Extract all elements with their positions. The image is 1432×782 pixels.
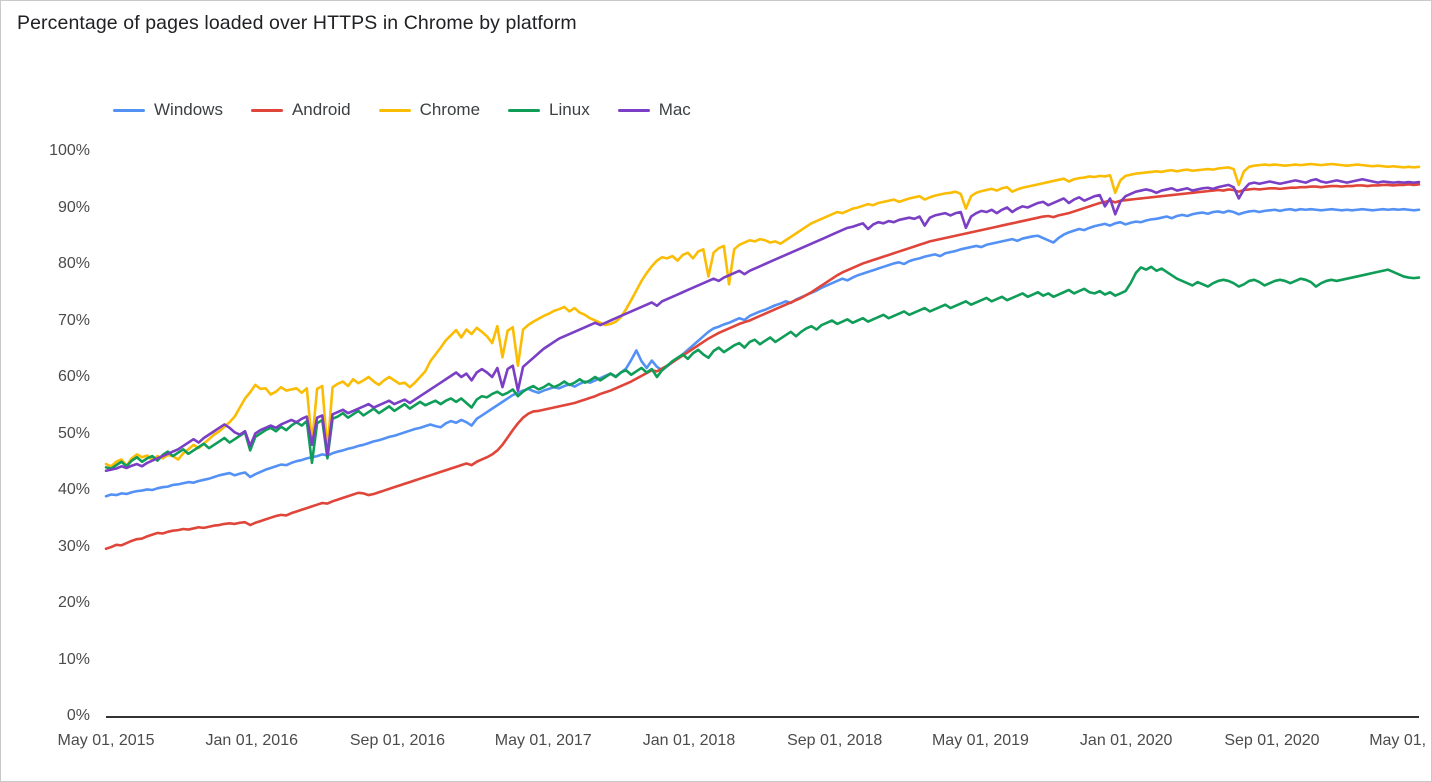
y-axis-tick-label: 80% <box>57 255 90 272</box>
series-line-windows <box>104 207 1421 498</box>
x-axis-tick-label: May 01, 2021 <box>1369 732 1431 749</box>
y-axis-tick-label: 20% <box>57 594 90 611</box>
x-axis-tick-label: Sep 01, 2018 <box>787 732 883 749</box>
x-axis-tick-label: Jan 01, 2018 <box>642 732 736 749</box>
y-axis-tick-label: 60% <box>57 368 90 385</box>
x-axis-line <box>106 716 1419 718</box>
series-line-mac <box>104 177 1421 473</box>
chart-plot-area: 0% 10% 20% 30% 40% 50% 60% 70% 80% 90% 100% May 01,… <box>1 1 1431 781</box>
y-axis-tick-label: 50% <box>57 424 90 442</box>
x-axis-tick-label: Sep 01, 2016 <box>349 732 446 749</box>
series-line-linux <box>104 265 1421 470</box>
x-axis-tick-label: May 01, 2019 <box>931 732 1029 749</box>
y-axis-tick-label: 90% <box>57 198 90 216</box>
line-chart-svg <box>104 162 1421 551</box>
x-axis-tick-label: Jan 01, 2016 <box>205 732 298 749</box>
y-axis-tick-label: 0% <box>66 707 90 724</box>
x-axis-tick-label: May 01, 2015 <box>57 732 155 749</box>
y-axis-tick-label: 30% <box>57 537 90 555</box>
y-axis-tick-label: 70% <box>57 311 90 329</box>
x-axis-tick-label: Jan 01, 2020 <box>1079 732 1173 749</box>
y-axis-tick-label: 100% <box>49 142 90 159</box>
chart-page: Percentage of pages loaded over HTTPS in… <box>0 0 1432 782</box>
x-axis-tick-label: Sep 01, 2020 <box>1224 732 1320 749</box>
y-axis-tick-label: 40% <box>57 481 90 498</box>
y-axis-tick-label: 10% <box>57 650 90 668</box>
x-axis-tick-label: May 01, 2017 <box>494 732 592 749</box>
